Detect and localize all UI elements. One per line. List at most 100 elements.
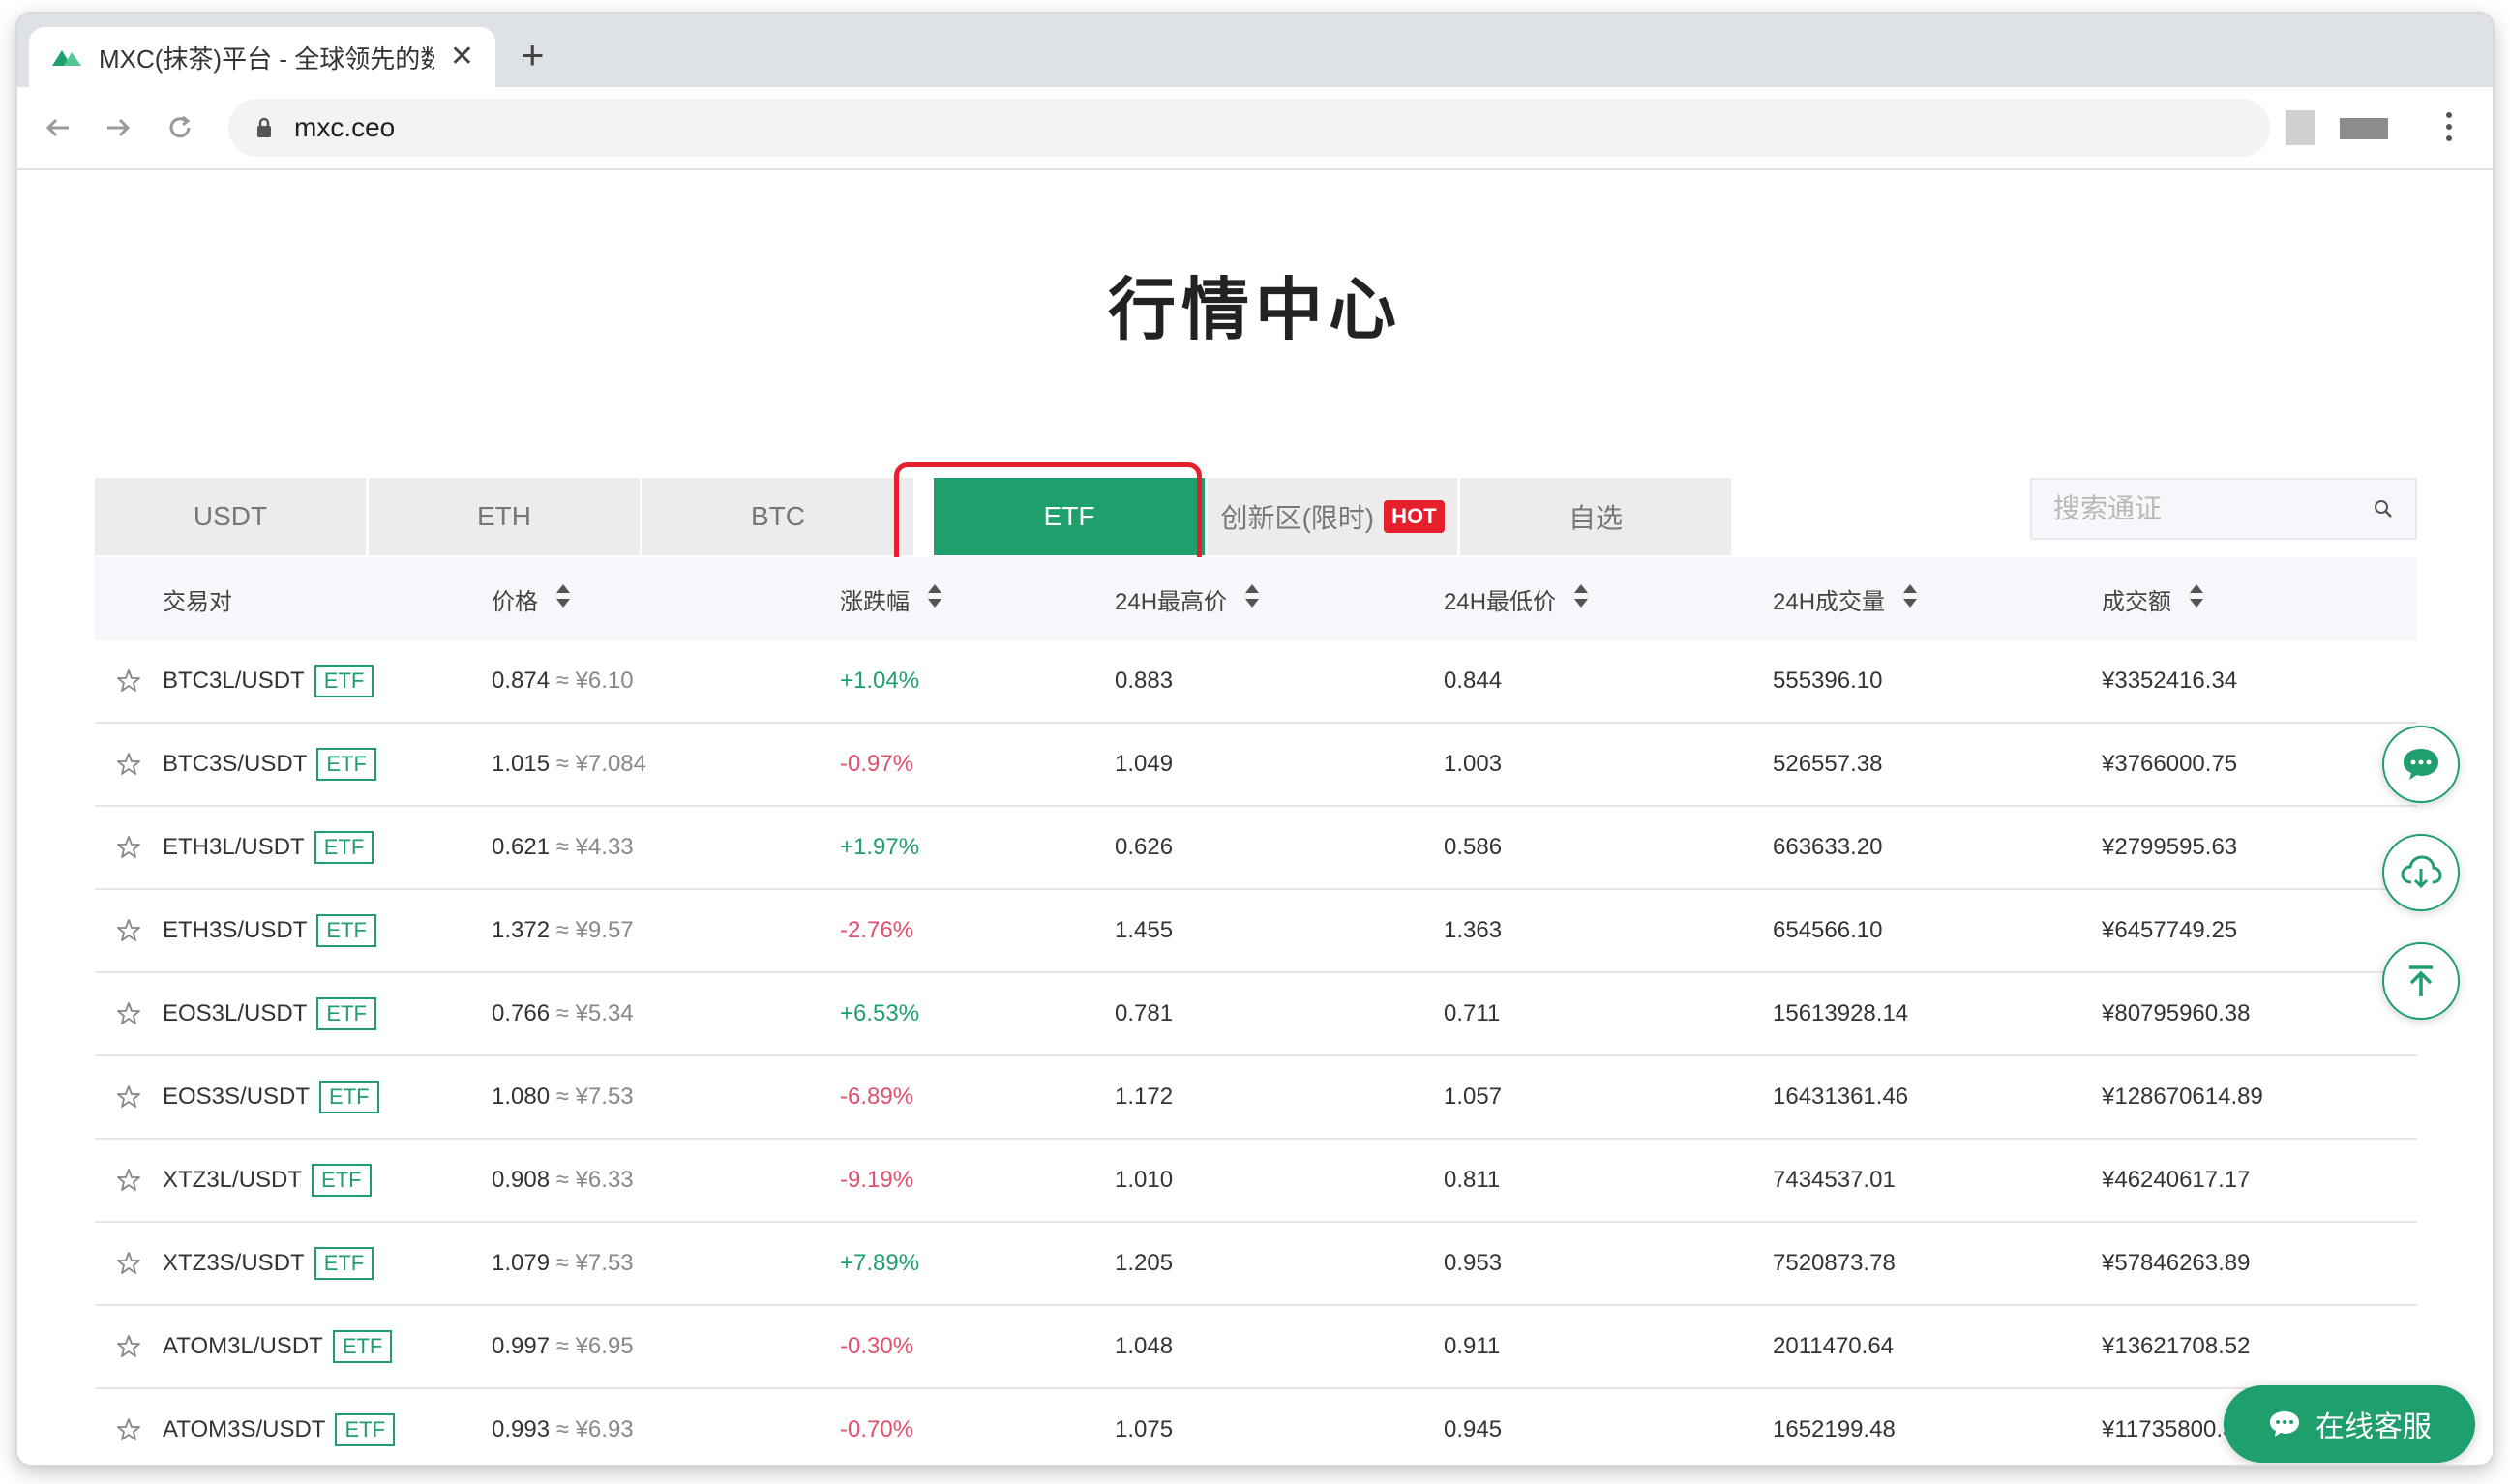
- pair-name[interactable]: ETH3L/USDT: [163, 834, 305, 861]
- customer-service-button[interactable]: 在线客服: [2224, 1385, 2475, 1463]
- table-row[interactable]: ETH3L/USDT ETF 0.621 ≈ ¥4.33 +1.97% 0.626 0.5…: [95, 807, 2417, 890]
- tab-strip: MXC(抹茶)平台 - 全球领先的数字 ✕ +: [17, 14, 2493, 87]
- header-price[interactable]: 价格: [492, 582, 840, 616]
- high-24h: 1.455: [1115, 917, 1174, 943]
- header-price-label: 价格: [492, 588, 538, 615]
- table-row[interactable]: EOS3L/USDT ETF 0.766 ≈ ¥5.34 +6.53% 0.781 0.7…: [95, 973, 2417, 1056]
- favorite-star-icon[interactable]: [95, 1251, 163, 1276]
- chat-bubble-icon: [2270, 1411, 2299, 1437]
- pair-name[interactable]: BTC3L/USDT: [163, 668, 305, 695]
- back-icon[interactable]: [37, 106, 79, 149]
- profile-icon[interactable]: [2340, 118, 2388, 139]
- price-cny: ≈ ¥4.33: [555, 834, 634, 860]
- tab-title: MXC(抹茶)平台 - 全球领先的数字: [99, 44, 434, 74]
- pair-name[interactable]: ATOM3S/USDT: [163, 1416, 325, 1443]
- pair-name[interactable]: BTC3S/USDT: [163, 751, 307, 778]
- header-volume[interactable]: 24H成交量: [1773, 582, 2102, 616]
- reload-icon[interactable]: [159, 106, 201, 149]
- header-high-label: 24H最高价: [1115, 588, 1228, 615]
- header-low[interactable]: 24H最低价: [1444, 582, 1773, 616]
- search-input[interactable]: [2053, 493, 2363, 524]
- table-row[interactable]: XTZ3L/USDT ETF 0.908 ≈ ¥6.33 -9.19% 1.010 0.8…: [95, 1140, 2417, 1223]
- arrow-up-icon: [2409, 965, 2433, 996]
- volume-24h: 1652199.48: [1773, 1416, 1896, 1442]
- pair-name[interactable]: EOS3L/USDT: [163, 1000, 307, 1027]
- header-pair-label: 交易对: [163, 588, 232, 615]
- change-percent: -6.89%: [840, 1083, 914, 1110]
- price-cny: ≈ ¥9.57: [555, 917, 634, 943]
- pair-name[interactable]: XTZ3L/USDT: [163, 1167, 302, 1194]
- close-tab-icon[interactable]: ✕: [450, 43, 474, 72]
- sort-icon[interactable]: [927, 583, 942, 615]
- address-bar[interactable]: mxc.ceo: [228, 99, 2270, 157]
- tab-btc[interactable]: BTC: [642, 478, 913, 555]
- customer-service-label: 在线客服: [2316, 1411, 2432, 1443]
- favorite-star-icon[interactable]: [95, 918, 163, 943]
- search-box: [2030, 478, 2417, 540]
- pair-name[interactable]: ATOM3L/USDT: [163, 1333, 323, 1360]
- favorite-star-icon[interactable]: [95, 668, 163, 694]
- sort-icon[interactable]: [1902, 583, 1918, 615]
- volume-24h: 555396.10: [1773, 668, 1883, 694]
- change-percent: +1.04%: [840, 668, 920, 694]
- favorite-star-icon[interactable]: [95, 1417, 163, 1442]
- header-amount-label: 成交额: [2102, 588, 2171, 615]
- forward-icon[interactable]: [97, 106, 139, 149]
- price-cny: ≈ ¥6.93: [555, 1416, 634, 1442]
- table-row[interactable]: ETH3S/USDT ETF 1.372 ≈ ¥9.57 -2.76% 1.455 1.3…: [95, 890, 2417, 973]
- high-24h: 1.048: [1115, 1333, 1174, 1359]
- low-24h: 0.844: [1444, 668, 1503, 694]
- favorite-star-icon[interactable]: [95, 1168, 163, 1193]
- tab-eth-label: ETH: [477, 501, 531, 531]
- favorite-star-icon[interactable]: [95, 835, 163, 860]
- table-row[interactable]: EOS3S/USDT ETF 1.080 ≈ ¥7.53 -6.89% 1.172 1.0…: [95, 1056, 2417, 1140]
- tab-innovation[interactable]: 创新区(限时) HOT: [1208, 478, 1457, 555]
- favorite-star-icon[interactable]: [95, 1334, 163, 1359]
- browser-menu-icon[interactable]: [2444, 112, 2454, 141]
- tab-eth[interactable]: ETH: [369, 478, 640, 555]
- change-percent: +6.53%: [840, 1000, 920, 1026]
- pair-name[interactable]: XTZ3S/USDT: [163, 1250, 305, 1277]
- low-24h: 0.953: [1444, 1250, 1503, 1276]
- tab-usdt-label: USDT: [193, 501, 268, 531]
- header-amount[interactable]: 成交额: [2102, 582, 2417, 616]
- price: 1.015: [492, 751, 551, 777]
- favorite-star-icon[interactable]: [95, 1001, 163, 1026]
- price: 0.621: [492, 834, 551, 860]
- favorite-star-icon[interactable]: [95, 1084, 163, 1110]
- extension-icon[interactable]: [2286, 110, 2315, 145]
- volume-24h: 15613928.14: [1773, 1000, 1909, 1026]
- browser-window: MXC(抹茶)平台 - 全球领先的数字 ✕ + mxc.ceo 行情中心 USD…: [17, 14, 2493, 1465]
- price-cny: ≈ ¥6.95: [555, 1333, 634, 1359]
- table-row[interactable]: XTZ3S/USDT ETF 1.079 ≈ ¥7.53 +7.89% 1.205 0.9…: [95, 1223, 2417, 1306]
- change-percent: -0.30%: [840, 1333, 914, 1359]
- header-change[interactable]: 涨跌幅: [840, 582, 1115, 616]
- scroll-top-float-button[interactable]: [2382, 942, 2460, 1020]
- etf-badge: ETF: [319, 1081, 379, 1113]
- sort-icon[interactable]: [2189, 583, 2204, 615]
- tab-usdt[interactable]: USDT: [95, 478, 366, 555]
- header-high[interactable]: 24H最高价: [1115, 582, 1444, 616]
- price-cny: ≈ ¥7.53: [555, 1083, 634, 1110]
- tab-favorites[interactable]: 自选: [1460, 478, 1731, 555]
- download-float-button[interactable]: [2382, 834, 2460, 911]
- lock-icon: [257, 117, 271, 137]
- table-row[interactable]: ATOM3S/USDT ETF 0.993 ≈ ¥6.93 -0.70% 1.075 0.…: [95, 1389, 2417, 1465]
- pair-name[interactable]: ETH3S/USDT: [163, 917, 307, 944]
- price-cny: ≈ ¥5.34: [555, 1000, 634, 1026]
- sort-icon[interactable]: [1244, 583, 1260, 615]
- browser-tab[interactable]: MXC(抹茶)平台 - 全球领先的数字 ✕: [29, 27, 495, 87]
- pair-name[interactable]: EOS3S/USDT: [163, 1083, 310, 1111]
- volume-24h: 526557.38: [1773, 751, 1883, 777]
- sort-icon[interactable]: [555, 583, 571, 615]
- table-row[interactable]: BTC3L/USDT ETF 0.874 ≈ ¥6.10 +1.04% 0.883 0.8…: [95, 640, 2417, 724]
- table-row[interactable]: ATOM3L/USDT ETF 0.997 ≈ ¥6.95 -0.30% 1.048 0.…: [95, 1306, 2417, 1389]
- sort-icon[interactable]: [1573, 583, 1589, 615]
- table-row[interactable]: BTC3S/USDT ETF 1.015 ≈ ¥7.084 -0.97% 1.049 1.…: [95, 724, 2417, 807]
- favorite-star-icon[interactable]: [95, 752, 163, 777]
- price-cny: ≈ ¥6.33: [555, 1167, 634, 1193]
- new-tab-button[interactable]: +: [521, 35, 545, 75]
- turnover-amount: ¥6457749.25: [2102, 917, 2238, 943]
- search-icon[interactable]: [2373, 498, 2394, 519]
- chat-float-button[interactable]: [2382, 726, 2460, 803]
